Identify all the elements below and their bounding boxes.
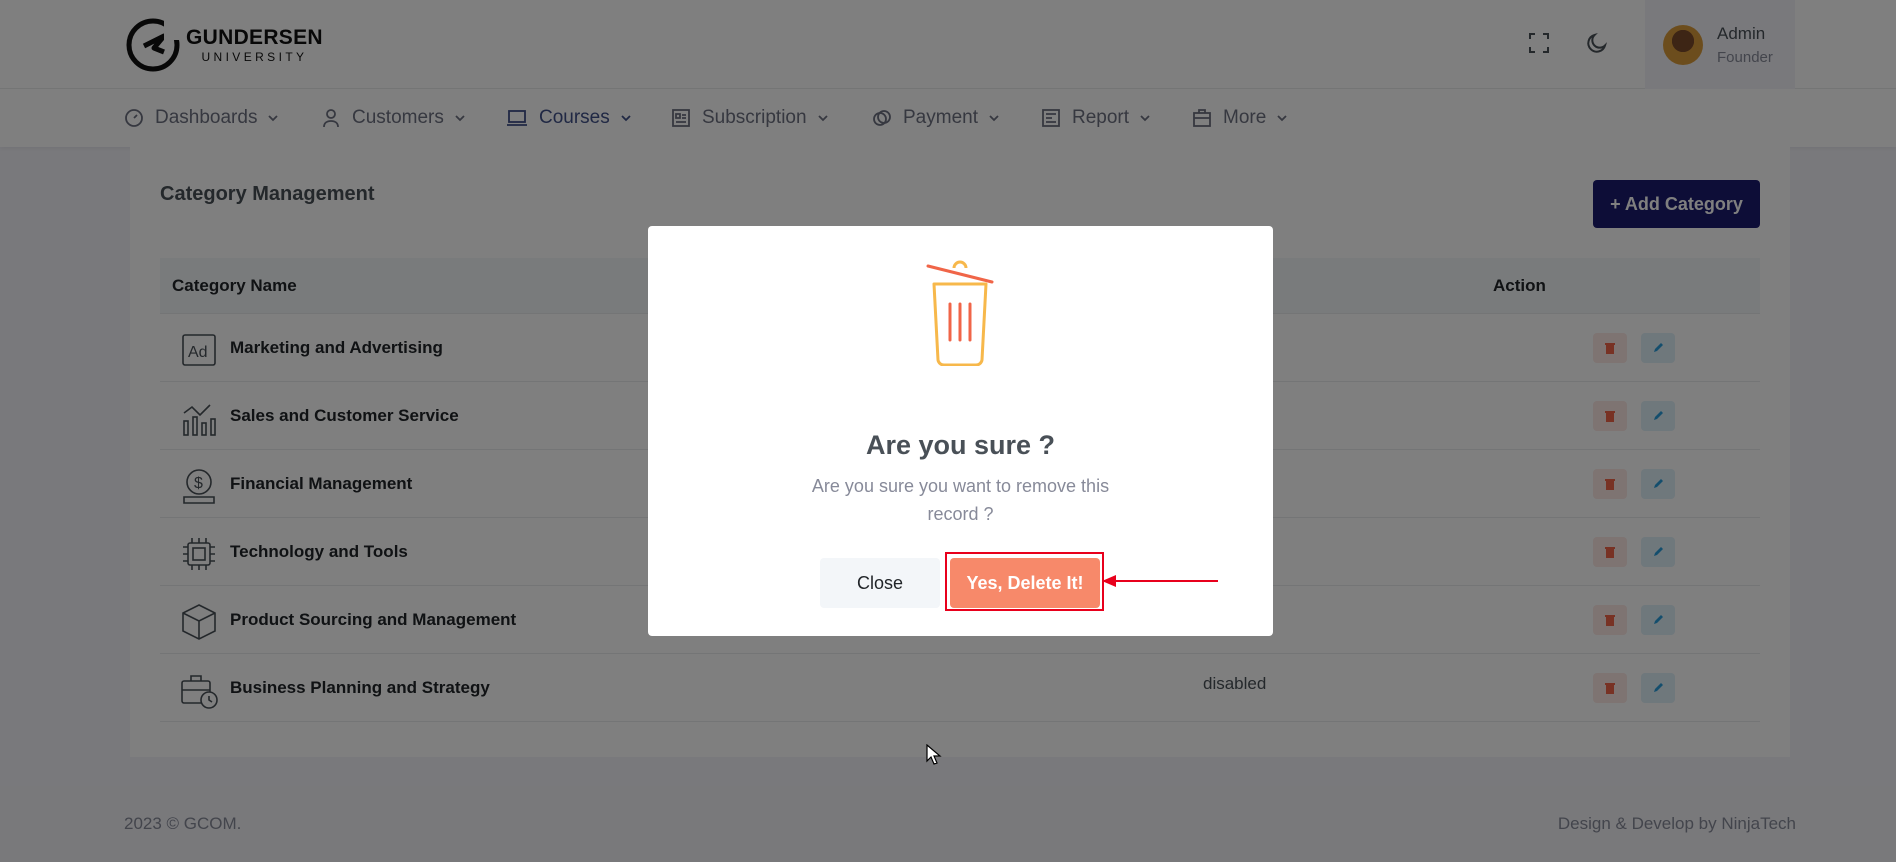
mouse-cursor-icon <box>926 744 942 765</box>
close-button[interactable]: Close <box>820 558 940 608</box>
highlight-box <box>945 552 1104 611</box>
arrow-pointer <box>1102 575 1218 587</box>
modal-message: Are you sure you want to remove this rec… <box>811 476 1110 524</box>
modal-title: Are you sure ? <box>865 430 1056 460</box>
trash-icon <box>926 260 994 366</box>
